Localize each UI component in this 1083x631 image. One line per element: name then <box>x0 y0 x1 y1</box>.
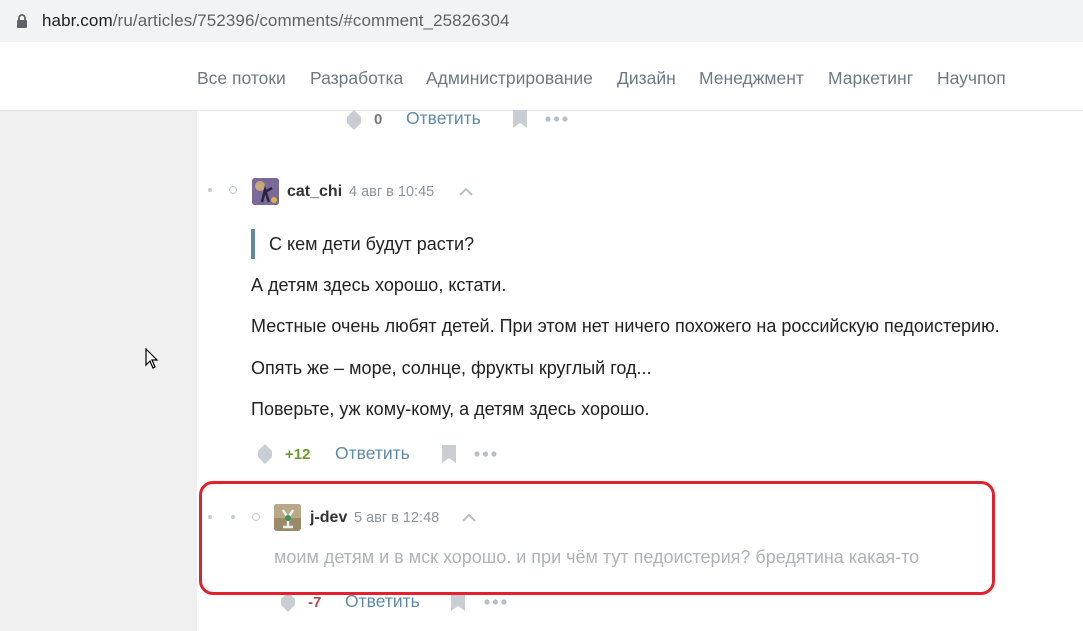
bookmark-icon[interactable] <box>442 445 456 463</box>
nav-item-design[interactable]: Дизайн <box>617 68 676 89</box>
reply-button[interactable]: Ответить <box>345 591 420 612</box>
username[interactable]: cat_chi <box>287 183 342 201</box>
chevron-up-icon[interactable] <box>462 513 476 522</box>
timestamp[interactable]: 4 авг в 10:45 <box>349 184 434 200</box>
thread-dot <box>231 515 235 519</box>
nav-item-development[interactable]: Разработка <box>310 68 403 89</box>
bookmark-icon[interactable] <box>451 593 465 611</box>
url-text: habr.com/ru/articles/752396/comments/#co… <box>42 11 510 31</box>
nav-item-popsci[interactable]: Научпоп <box>937 68 1006 89</box>
thread-ring <box>229 186 237 194</box>
more-icon[interactable] <box>484 599 507 605</box>
more-icon[interactable] <box>545 116 568 122</box>
thread-dot <box>208 515 212 519</box>
thread-dot <box>208 188 212 192</box>
avatar[interactable] <box>274 504 301 531</box>
mouse-cursor-icon <box>145 348 159 369</box>
more-icon[interactable] <box>474 451 497 457</box>
comment-paragraph: А детям здесь хорошо, кстати. <box>251 275 507 295</box>
url-path: /ru/articles/752396/comments/#comment_25… <box>112 11 510 30</box>
bookmark-icon[interactable] <box>513 110 527 128</box>
timestamp[interactable]: 5 авг в 12:48 <box>354 510 439 526</box>
avatar-image-icon <box>274 504 301 531</box>
nav-item-management[interactable]: Менеджмент <box>699 68 804 89</box>
quote-text: С кем дети будут расти? <box>269 234 475 254</box>
top-nav: Все потоки Разработка Администрирование … <box>0 44 1083 111</box>
vote-icon[interactable] <box>280 592 296 612</box>
chevron-up-icon[interactable] <box>459 187 473 196</box>
quote-block: С кем дети будут расти? <box>251 229 474 259</box>
score: +12 <box>285 446 311 463</box>
score: 0 <box>374 111 383 128</box>
avatar[interactable] <box>252 178 279 205</box>
comment-text: моим детям и в мск хорошо. и при чём тут… <box>274 547 920 567</box>
nav-item-administration[interactable]: Администрирование <box>426 68 593 89</box>
url-field[interactable]: habr.com/ru/articles/752396/comments/#co… <box>0 0 1083 42</box>
comment-paragraph: Опять же – море, солнце, фрукты круглый … <box>251 358 652 378</box>
lock-icon <box>17 14 27 28</box>
vote-icon[interactable] <box>257 444 273 464</box>
browser-address-bar: habr.com/ru/articles/752396/comments/#co… <box>0 0 1083 44</box>
username[interactable]: j-dev <box>310 509 347 527</box>
nav-item-all-flows[interactable]: Все потоки <box>197 68 286 89</box>
url-host: habr.com <box>42 11 113 30</box>
score: -7 <box>308 594 322 611</box>
thread-ring <box>252 513 260 521</box>
avatar-image-icon <box>252 178 279 205</box>
comment-paragraph: Поверьте, уж кому-кому, а детям здесь хо… <box>251 399 650 419</box>
reply-button[interactable]: Ответить <box>406 108 481 129</box>
reply-button[interactable]: Ответить <box>335 443 410 464</box>
nav-item-marketing[interactable]: Маркетинг <box>828 68 913 89</box>
vote-icon[interactable] <box>346 110 362 130</box>
comment-paragraph: Местные очень любят детей. При этом нет … <box>251 316 1000 336</box>
